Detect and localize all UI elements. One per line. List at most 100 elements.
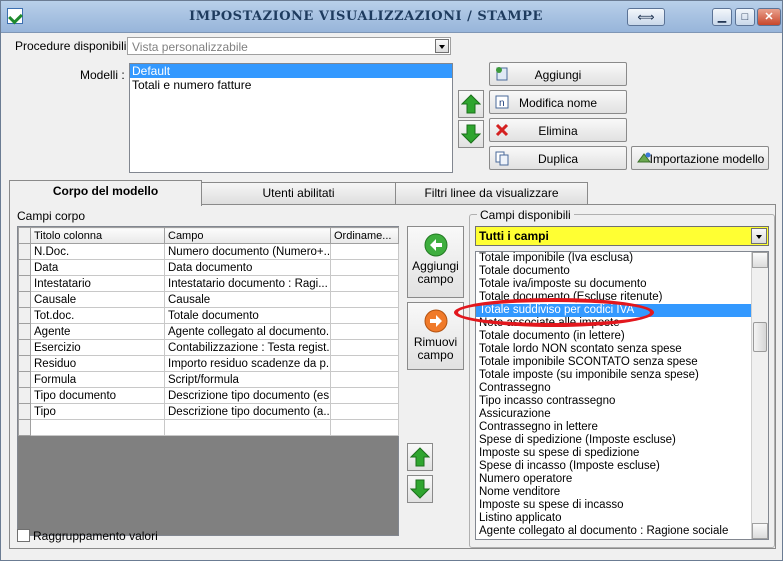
- aggiungi-button[interactable]: Aggiungi: [489, 62, 627, 86]
- row-header[interactable]: [18, 275, 31, 292]
- row-header[interactable]: [18, 387, 31, 404]
- cell-campo[interactable]: Intestatario documento : Ragi...: [164, 275, 331, 292]
- aggiungi-campo-button[interactable]: Aggiungi campo: [407, 226, 464, 298]
- cell-campo[interactable]: Descrizione tipo documento (a...: [164, 403, 331, 420]
- cell-ordinamento[interactable]: [330, 355, 399, 372]
- row-header[interactable]: [18, 323, 31, 340]
- cell-campo[interactable]: Numero documento (Numero+...: [164, 243, 331, 260]
- table-row[interactable]: Residuo Importo residuo scadenze da p...: [18, 355, 399, 372]
- close-button[interactable]: ✕: [757, 8, 781, 26]
- list-item[interactable]: Nome venditore: [476, 486, 752, 499]
- row-header[interactable]: [18, 371, 31, 388]
- list-item[interactable]: Totale documento (in lettere): [476, 330, 752, 343]
- list-item[interactable]: Imposte su spese di spedizione: [476, 447, 752, 460]
- cell-ordinamento[interactable]: [330, 419, 399, 436]
- cell-titolo[interactable]: Agente: [30, 323, 165, 340]
- table-row[interactable]: Intestatario Intestatario documento : Rag…: [18, 275, 399, 292]
- scroll-up-button[interactable]: [752, 252, 768, 268]
- cell-campo[interactable]: Script/formula: [164, 371, 331, 388]
- list-item[interactable]: Tipo incasso contrassegno: [476, 395, 752, 408]
- table-row[interactable]: Agente Agente collegato al documento...: [18, 323, 399, 340]
- campi-corpo-grid[interactable]: Titolo colonna Campo Ordiname... N.Doc. N…: [17, 226, 399, 536]
- list-item[interactable]: Assicurazione: [476, 408, 752, 421]
- scroll-down-button[interactable]: [752, 523, 768, 539]
- row-header[interactable]: [18, 259, 31, 276]
- list-item[interactable]: Numero operatore: [476, 473, 752, 486]
- cell-titolo[interactable]: Esercizio: [30, 339, 165, 356]
- chevron-down-icon[interactable]: [751, 228, 767, 244]
- minimize-button[interactable]: ▁: [712, 8, 732, 26]
- tab-filtri-linee[interactable]: Filtri linee da visualizzare: [395, 182, 588, 204]
- campi-corpo-table[interactable]: Titolo colonna Campo Ordiname... N.Doc. N…: [18, 227, 399, 436]
- move-model-up-button[interactable]: [458, 90, 484, 118]
- list-item[interactable]: Spese di spedizione (Imposte escluse): [476, 434, 752, 447]
- cell-campo[interactable]: Contabilizzazione : Testa regist...: [164, 339, 331, 356]
- table-row[interactable]: Formula Script/formula: [18, 371, 399, 388]
- cell-titolo[interactable]: Tipo documento: [30, 387, 165, 404]
- cell-ordinamento[interactable]: [330, 371, 399, 388]
- table-row[interactable]: [18, 419, 399, 436]
- row-header[interactable]: [18, 355, 31, 372]
- duplica-button[interactable]: Duplica: [489, 146, 627, 170]
- column-header-ordinamento[interactable]: Ordiname...: [330, 227, 399, 244]
- modelli-item[interactable]: Default: [130, 64, 452, 78]
- tab-corpo-del-modello[interactable]: Corpo del modello: [9, 180, 202, 206]
- cell-ordinamento[interactable]: [330, 291, 399, 308]
- row-header[interactable]: [18, 419, 31, 436]
- modelli-item[interactable]: Totali e numero fatture: [130, 78, 452, 92]
- row-header[interactable]: [18, 291, 31, 308]
- cell-ordinamento[interactable]: [330, 275, 399, 292]
- list-item[interactable]: Totale imposte (su imponibile senza spes…: [476, 369, 752, 382]
- list-item[interactable]: Agente collegato al documento : Ragione …: [476, 525, 752, 538]
- cell-titolo[interactable]: Tot.doc.: [30, 307, 165, 324]
- cell-titolo[interactable]: [30, 419, 165, 436]
- move-model-down-button[interactable]: [458, 120, 484, 148]
- cell-ordinamento[interactable]: [330, 243, 399, 260]
- cell-campo[interactable]: Data documento: [164, 259, 331, 276]
- cell-titolo[interactable]: N.Doc.: [30, 243, 165, 260]
- list-item[interactable]: Contrassegno: [476, 382, 752, 395]
- table-row[interactable]: Tot.doc. Totale documento: [18, 307, 399, 324]
- elimina-button[interactable]: Elimina: [489, 118, 627, 142]
- table-row[interactable]: Esercizio Contabilizzazione : Testa regis…: [18, 339, 399, 356]
- row-header[interactable]: [18, 307, 31, 324]
- list-item[interactable]: Totale iva/imposte su documento: [476, 278, 752, 291]
- move-field-up-button[interactable]: [407, 443, 433, 471]
- scroll-thumb[interactable]: [753, 322, 767, 352]
- importazione-modello-button[interactable]: Importazione modello: [631, 146, 769, 170]
- cell-titolo[interactable]: Intestatario: [30, 275, 165, 292]
- campi-filter-select[interactable]: Tutti i campi: [475, 226, 769, 246]
- column-header-titolo[interactable]: Titolo colonna: [30, 227, 165, 244]
- row-header[interactable]: [18, 339, 31, 356]
- cell-titolo[interactable]: Formula: [30, 371, 165, 388]
- campi-disponibili-list[interactable]: Totale imponibile (Iva esclusa) Totale do…: [475, 251, 769, 540]
- cell-ordinamento[interactable]: [330, 387, 399, 404]
- list-item[interactable]: Totale imponibile (Iva esclusa): [476, 252, 752, 265]
- cell-ordinamento[interactable]: [330, 259, 399, 276]
- move-field-down-button[interactable]: [407, 475, 433, 503]
- cell-titolo[interactable]: Residuo: [30, 355, 165, 372]
- cell-campo[interactable]: Agente collegato al documento...: [164, 323, 331, 340]
- list-item[interactable]: Spese di incasso (Imposte escluse): [476, 460, 752, 473]
- cell-campo[interactable]: Totale documento: [164, 307, 331, 324]
- restore-size-button[interactable]: ⟺: [627, 8, 665, 26]
- table-row[interactable]: Tipo documento Descrizione tipo documento…: [18, 387, 399, 404]
- list-item[interactable]: Imposte su spese di incasso: [476, 499, 752, 512]
- modifica-nome-button[interactable]: n Modifica nome: [489, 90, 627, 114]
- table-row[interactable]: Tipo Descrizione tipo documento (a...: [18, 403, 399, 420]
- rimuovi-campo-button[interactable]: Rimuovi campo: [407, 302, 464, 370]
- cell-titolo[interactable]: Causale: [30, 291, 165, 308]
- table-row[interactable]: Data Data documento: [18, 259, 399, 276]
- cell-campo[interactable]: [164, 419, 331, 436]
- list-item[interactable]: Contrassegno in lettere: [476, 421, 752, 434]
- cell-ordinamento[interactable]: [330, 323, 399, 340]
- table-row[interactable]: Causale Causale: [18, 291, 399, 308]
- vertical-scrollbar[interactable]: [751, 252, 768, 539]
- list-item[interactable]: Totale lordo NON scontato senza spese: [476, 343, 752, 356]
- cell-campo[interactable]: Descrizione tipo documento (es...: [164, 387, 331, 404]
- list-item[interactable]: Totale imponibile SCONTATO senza spese: [476, 356, 752, 369]
- tab-utenti-abilitati[interactable]: Utenti abilitati: [201, 182, 396, 204]
- column-header-campo[interactable]: Campo: [164, 227, 331, 244]
- maximize-button[interactable]: □: [735, 8, 755, 26]
- cell-ordinamento[interactable]: [330, 307, 399, 324]
